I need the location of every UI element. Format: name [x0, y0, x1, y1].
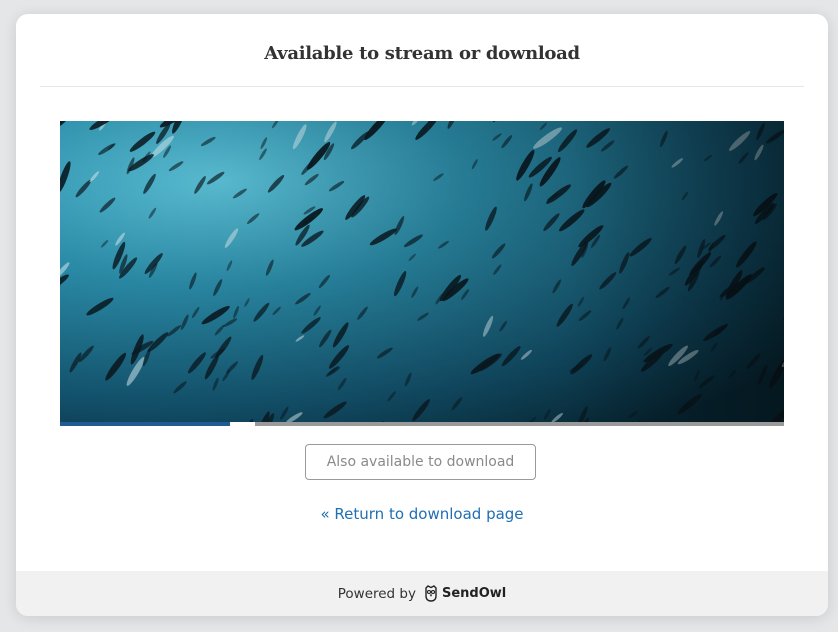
return-to-download-link[interactable]: « Return to download page [16, 505, 828, 523]
footer: Powered by SendOwl [16, 571, 828, 616]
video-frame [60, 121, 784, 422]
brand-name: SendOwl [441, 586, 507, 601]
owl-icon [425, 585, 437, 602]
download-button[interactable]: Also available to download [305, 444, 536, 480]
page-title: Available to stream or download [264, 42, 580, 64]
progress-played [60, 422, 231, 426]
sendowl-brand[interactable]: SendOwl [424, 585, 506, 602]
powered-by-label: Powered by [337, 585, 416, 602]
download-card: Available to stream or download Also ava… [16, 14, 828, 616]
card-header: Available to stream or download [40, 14, 804, 87]
video-progress-bar[interactable] [60, 422, 784, 426]
video-player[interactable] [60, 121, 784, 422]
